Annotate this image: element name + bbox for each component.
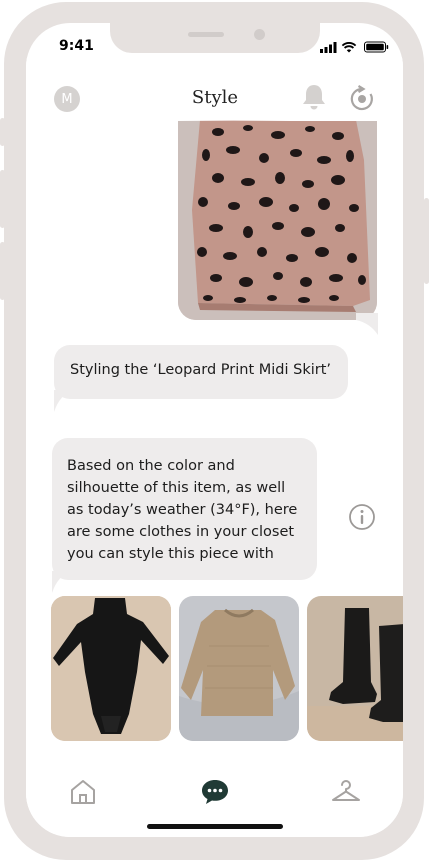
- bubble-tail: [52, 571, 72, 593]
- status-time: 9:41: [59, 38, 94, 54]
- styling-label: Styling the ‘Leopard Print Midi Skirt’: [70, 362, 331, 378]
- wifi-icon: [341, 42, 357, 53]
- hanger-icon[interactable]: [330, 778, 362, 806]
- notch: [110, 23, 320, 53]
- speaker: [188, 32, 224, 37]
- bubble-tail: [54, 390, 74, 412]
- avatar[interactable]: M: [54, 86, 80, 112]
- camera: [254, 29, 265, 40]
- bubble-tail: [356, 313, 378, 335]
- closet-item-sweater[interactable]: [179, 596, 299, 741]
- suggestion-line: you can style this piece with: [67, 546, 274, 562]
- suggestion-line: as today’s weather (34°F), here: [67, 502, 298, 518]
- suggestion-line: silhouette of this item, as well: [67, 480, 286, 496]
- chat-icon[interactable]: [200, 778, 230, 806]
- suggestion-line: are some clothes in your closet: [67, 524, 295, 540]
- styling-message: Styling the ‘Leopard Print Midi Skirt’: [54, 345, 348, 399]
- closet-item-boots[interactable]: [307, 596, 403, 741]
- info-icon[interactable]: [348, 503, 376, 531]
- signal-icon: [320, 42, 337, 53]
- suggestion-line: Based on the color and: [67, 458, 235, 474]
- side-button: [424, 198, 429, 284]
- suggestion-message: Based on the color and silhouette of thi…: [52, 438, 317, 580]
- phone-screen: 9:41 M Style Styling the ‘Leopard Print …: [26, 23, 403, 837]
- home-icon[interactable]: [69, 778, 97, 806]
- page-title: Style: [191, 87, 239, 108]
- avatar-initial: M: [61, 91, 73, 107]
- status-icons: [320, 41, 389, 53]
- bell-icon[interactable]: [301, 83, 327, 111]
- refresh-icon[interactable]: [348, 85, 376, 113]
- leopard-skirt-photo[interactable]: [178, 120, 377, 320]
- home-indicator: [147, 824, 283, 829]
- battery-icon: [364, 41, 389, 53]
- closet-item-bodysuit[interactable]: [51, 596, 171, 741]
